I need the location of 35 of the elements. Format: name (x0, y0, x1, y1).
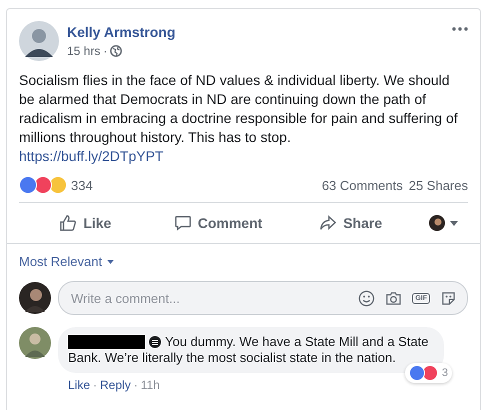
caret-icon[interactable] (450, 220, 458, 226)
badge-icon (149, 336, 161, 348)
emoji-icon[interactable] (358, 290, 376, 306)
comment-count[interactable]: 63 Comments (322, 178, 403, 192)
post-text: Socialism flies in the face of ND values & individual liberty. We should be alarmed that Democrats in ND are continuing down the path of radicalism in embracing a doctrine responsible for pain and suffering of millions throughout history. This has to stop. (19, 71, 459, 147)
reaction-summary[interactable]: 3 (404, 363, 452, 383)
profile-avatar[interactable] (429, 215, 446, 231)
speech-bubble-icon[interactable] (174, 214, 192, 232)
comment-text: Bank. We’re literally the most socialist state in the nation. (68, 350, 397, 366)
globe-icon[interactable] (110, 45, 122, 57)
camera-icon[interactable] (385, 290, 402, 306)
reply-link[interactable]: Reply (100, 378, 131, 392)
post-time[interactable]: 15 hrs (67, 44, 100, 58)
more-options-icon[interactable] (452, 27, 468, 31)
share-button[interactable]: Share (284, 208, 418, 238)
post-link[interactable]: https://buff.ly/2DTpYPT (19, 147, 164, 166)
share-arrow-icon[interactable] (319, 214, 338, 232)
separator: · (103, 44, 108, 58)
author-name[interactable]: Kelly Armstrong (67, 24, 452, 40)
comment-button[interactable]: Comment (152, 208, 284, 238)
sort-dropdown[interactable]: Most Relevant (19, 254, 114, 269)
avatar[interactable] (19, 282, 51, 314)
share-count[interactable]: 25 Shares (408, 178, 468, 192)
separator: · (134, 378, 138, 392)
comment-time[interactable]: 11h (140, 378, 160, 392)
caret-icon[interactable] (107, 260, 114, 264)
comment-text: You dummy. We have a State Mill and a State (165, 334, 429, 350)
thumbs-up-icon[interactable] (59, 214, 78, 232)
like-link[interactable]: Like (68, 378, 90, 392)
sticker-icon[interactable] (440, 290, 457, 306)
reaction-count: 3 (442, 366, 448, 381)
avatar[interactable] (19, 21, 59, 61)
like-button[interactable]: Like (19, 208, 152, 238)
reaction-count[interactable]: 334 (71, 178, 93, 192)
separator: · (93, 378, 98, 392)
